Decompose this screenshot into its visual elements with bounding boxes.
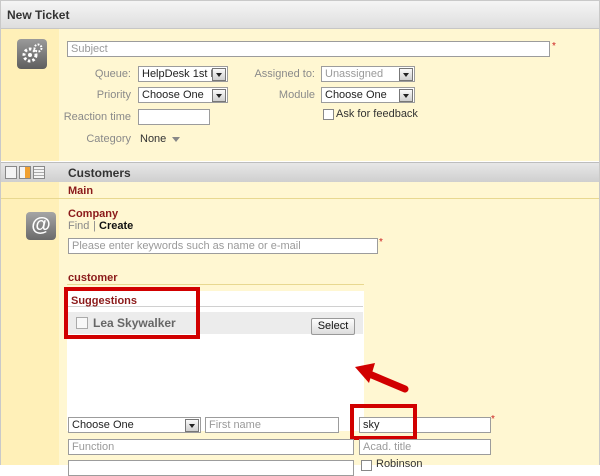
salutation-select[interactable]: Choose One: [68, 417, 201, 433]
main-label: Main: [68, 185, 94, 197]
function-input[interactable]: Function: [68, 439, 354, 455]
ask-feedback-label: Ask for feedback: [336, 108, 418, 120]
reaction-time-input[interactable]: [138, 109, 210, 125]
assigned-value: Unassigned: [325, 68, 384, 80]
gear-icon: [17, 39, 47, 69]
new-ticket-panel: New Ticket Subject * Queue: HelpDesk 1st…: [0, 0, 600, 476]
layout-single-icon[interactable]: [5, 166, 17, 179]
title-bar: New Ticket: [1, 1, 599, 29]
suggestions-highlight-box: [64, 287, 200, 339]
reaction-time-label: Reaction time: [63, 111, 131, 123]
select-button[interactable]: Select: [311, 318, 355, 335]
queue-value: HelpDesk 1st Le: [142, 68, 223, 80]
customers-bar: Customers: [1, 162, 599, 183]
ticket-section: Subject * Queue: HelpDesk 1st Le Assigne…: [1, 29, 599, 161]
priority-label: Priority: [96, 89, 131, 101]
last-name-required-mark: *: [491, 414, 495, 425]
customers-header: Customers: [68, 166, 131, 180]
ticket-icon-column: [1, 29, 59, 161]
chevron-down-icon: [399, 68, 413, 81]
module-value: Choose One: [325, 89, 387, 101]
main-divider: [1, 198, 599, 199]
priority-select[interactable]: Choose One: [138, 87, 228, 103]
ask-feedback-checkbox[interactable]: [323, 109, 334, 120]
first-name-input[interactable]: First name: [205, 417, 339, 433]
category-value[interactable]: None: [140, 133, 166, 145]
find-link[interactable]: Find: [68, 220, 89, 232]
red-arrow-icon: [355, 363, 409, 393]
subject-input[interactable]: Subject: [67, 41, 550, 57]
category-label: Category: [86, 133, 131, 145]
module-label: Module: [278, 89, 315, 101]
priority-value: Choose One: [142, 89, 204, 101]
customer-label: customer: [68, 272, 118, 284]
chevron-down-icon: [212, 89, 226, 102]
find-create-separator: |: [93, 220, 96, 232]
address-input[interactable]: [68, 460, 354, 476]
acad-title-input[interactable]: Acad. title: [359, 439, 491, 455]
company-label: Company: [68, 208, 119, 220]
assigned-select[interactable]: Unassigned: [321, 66, 415, 82]
category-chevron-down-icon[interactable]: [172, 137, 180, 142]
queue-label: Queue:: [94, 68, 131, 80]
customer-divider: [67, 284, 364, 285]
option-checkbox[interactable]: [361, 460, 372, 471]
assigned-label: Assigned to:: [254, 68, 315, 80]
chevron-down-icon: [212, 68, 226, 81]
company-required-mark: *: [379, 237, 383, 248]
layout-list-icon[interactable]: [33, 166, 45, 179]
subject-required-mark: *: [552, 41, 556, 52]
chevron-down-icon: [185, 419, 199, 432]
chevron-down-icon: [399, 89, 413, 102]
option-label: Robinson: [376, 458, 423, 470]
company-search-input[interactable]: Please enter keywords such as name or e-…: [68, 238, 378, 254]
last-name-highlight-box: [350, 404, 417, 440]
queue-select[interactable]: HelpDesk 1st Le: [138, 66, 228, 82]
salutation-value: Choose One: [72, 419, 134, 431]
create-link[interactable]: Create: [99, 220, 133, 232]
email-at-icon: @: [26, 212, 56, 240]
page-title: New Ticket: [7, 8, 70, 22]
layout-split-icon[interactable]: [19, 166, 31, 179]
module-select[interactable]: Choose One: [321, 87, 415, 103]
